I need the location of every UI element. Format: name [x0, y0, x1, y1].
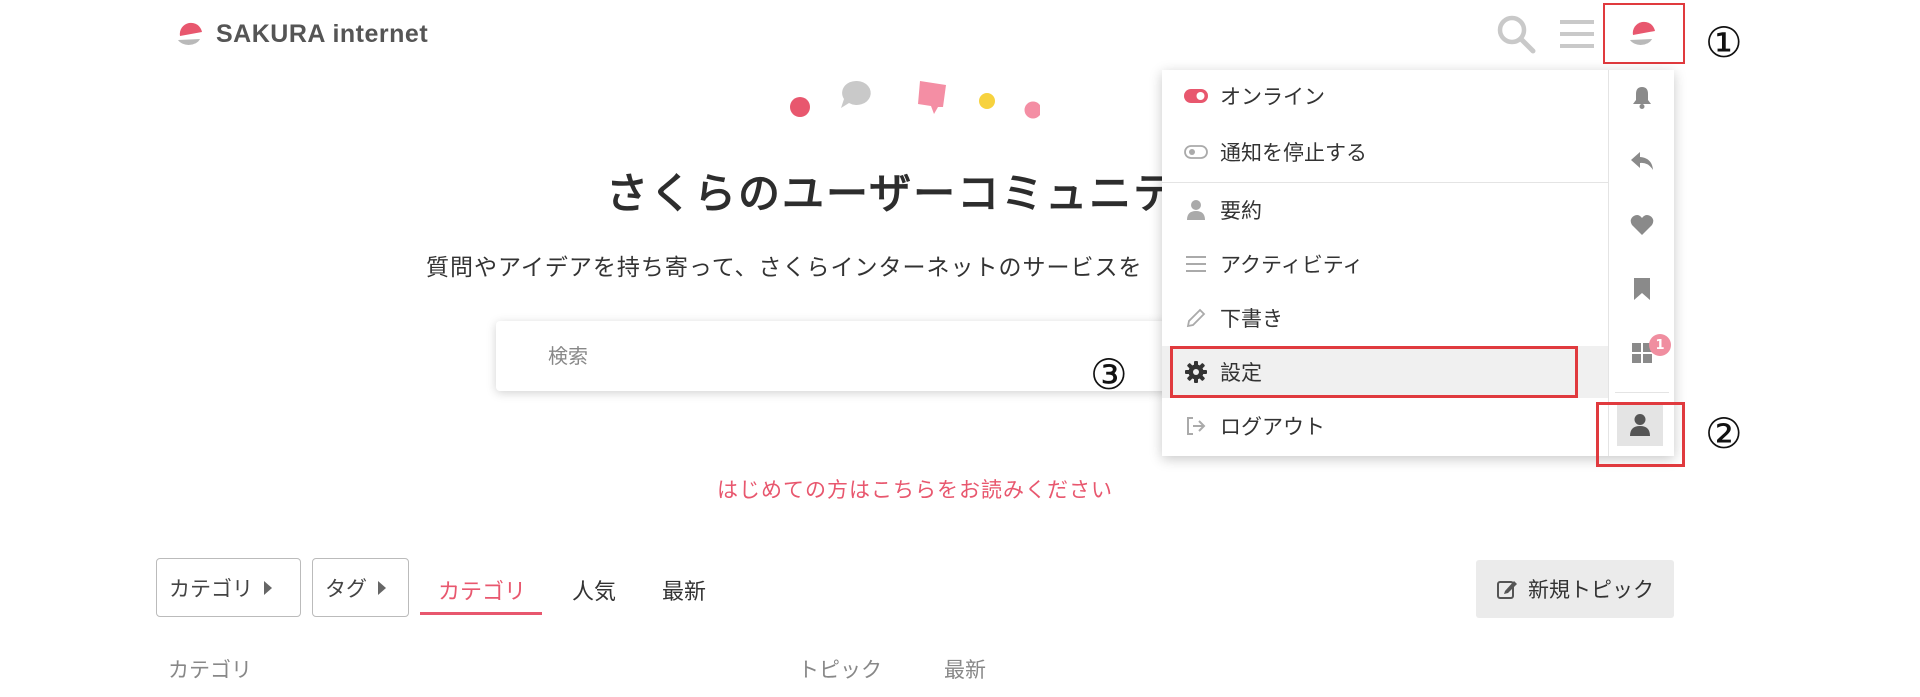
tab-categories[interactable]: カテゴリ [438, 574, 526, 606]
user-icon [1184, 198, 1208, 222]
pencil-icon [1184, 306, 1208, 330]
search-button[interactable] [1492, 10, 1540, 58]
bell-icon[interactable] [1629, 84, 1655, 110]
edit-icon [1497, 581, 1517, 599]
menu-item-activity[interactable]: アクティビティ [1162, 238, 1608, 290]
caret-right-icon [264, 580, 272, 595]
column-header-topics: トピック [798, 658, 882, 682]
hamburger-icon [1560, 20, 1594, 48]
menu-item-label: 通知を停止する [1220, 141, 1367, 165]
category-dropdown[interactable]: カテゴリ [156, 558, 301, 617]
notification-badge: 1 [1649, 334, 1671, 356]
menu-item-label: オンライン [1220, 85, 1325, 109]
menu-item-logout[interactable]: ログアウト [1162, 400, 1608, 452]
menu-item-label: 要約 [1220, 199, 1262, 223]
category-dropdown-label: カテゴリ [169, 576, 253, 601]
sakura-logo-icon [176, 19, 210, 49]
user-menu-rail: 1 [1608, 70, 1674, 456]
tag-dropdown[interactable]: タグ [312, 558, 409, 617]
heart-icon[interactable] [1629, 212, 1655, 238]
callout-1: ① [1705, 18, 1743, 67]
bookmark-icon[interactable] [1629, 276, 1655, 302]
toggle-off-icon [1184, 140, 1208, 164]
search-icon [1497, 15, 1536, 54]
menu-item-summary[interactable]: 要約 [1162, 184, 1608, 236]
column-header-category: カテゴリ [168, 658, 252, 682]
menu-item-label: ログアウト [1220, 415, 1325, 439]
hero-decoration [790, 80, 1040, 119]
callout-3: ③ [1090, 350, 1128, 399]
rail-divider [1615, 392, 1669, 393]
site-logo[interactable]: SAKURA internet [176, 14, 428, 54]
profile-highlight-outline [1596, 402, 1685, 467]
toggle-on-icon [1184, 84, 1208, 108]
sakura-avatar-icon [1630, 21, 1655, 45]
settings-highlight-outline [1170, 346, 1578, 398]
new-topic-button[interactable]: 新規トピック [1476, 560, 1674, 618]
tag-dropdown-label: タグ [325, 576, 367, 601]
menu-item-drafts[interactable]: 下書き [1162, 292, 1608, 344]
tab-popular[interactable]: 人気 [572, 574, 616, 606]
user-menu-panel: オンライン 通知を停止する 要約 アクティビティ 下書き 設定 ログアウト 1 [1162, 70, 1674, 456]
active-tab-underline [420, 612, 542, 615]
user-avatar-button[interactable] [1603, 3, 1685, 64]
list-icon [1184, 252, 1208, 276]
welcome-link[interactable]: はじめての方はこちらをお読みください [0, 474, 1830, 504]
reply-icon[interactable] [1629, 148, 1655, 174]
logo-text: SAKURA internet [216, 19, 429, 48]
menu-item-label: アクティビティ [1220, 253, 1364, 277]
column-header-latest: 最新 [944, 658, 986, 682]
callout-2: ② [1705, 409, 1743, 458]
menu-item-mute-notifications[interactable]: 通知を停止する [1162, 126, 1608, 178]
hero-subtitle: 質問やアイデアを持ち寄って、さくらインターネットのサービスを [426, 255, 1143, 281]
caret-right-icon [378, 580, 386, 595]
sign-out-icon [1184, 414, 1208, 438]
hero-title: さくらのユーザーコミュニテ [606, 169, 1166, 218]
menu-item-online[interactable]: オンライン [1162, 70, 1608, 122]
hamburger-button[interactable] [1553, 10, 1601, 58]
menu-item-label: 下書き [1220, 307, 1283, 331]
tab-latest[interactable]: 最新 [662, 574, 706, 606]
new-topic-label: 新規トピック [1528, 578, 1654, 602]
user-menu-list: オンライン 通知を停止する 要約 アクティビティ 下書き 設定 ログアウト [1162, 70, 1608, 456]
menu-divider [1162, 182, 1608, 183]
